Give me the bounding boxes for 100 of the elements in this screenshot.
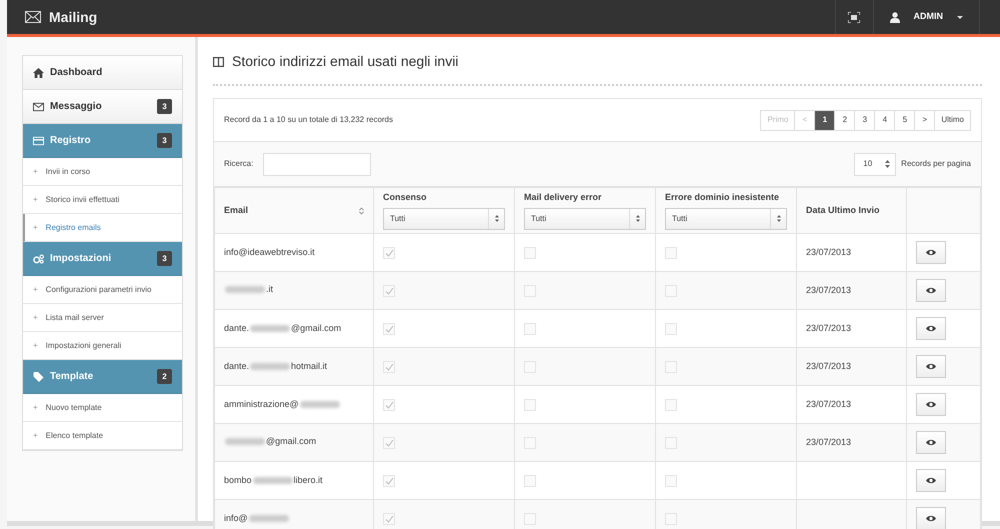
submenu-label: Registro emails [46, 222, 101, 234]
checkbox[interactable] [383, 436, 395, 448]
page-size-select[interactable]: 10 [854, 152, 896, 176]
email-cell: .it [224, 283, 274, 297]
checkbox[interactable] [665, 474, 677, 486]
sidebar-section[interactable]: Template 2 [23, 360, 182, 394]
user-icon [890, 12, 900, 22]
date-cell: 23/07/2013 [806, 322, 852, 333]
email-cell-text: bombo libero.it [224, 474, 323, 487]
view-button[interactable] [916, 317, 946, 340]
spinner-icon [636, 215, 640, 222]
checkbox[interactable] [665, 398, 677, 410]
checkbox[interactable] [665, 322, 677, 334]
sidebar-section[interactable]: Impostazioni 3 [23, 242, 182, 276]
date-cell: 23/07/2013 [806, 284, 852, 295]
pagination-button[interactable]: 1 [814, 110, 836, 130]
submenu-label: Lista mail server [46, 312, 104, 324]
envelope-icon [25, 11, 41, 23]
email-cell-text: info@ideawebtreviso.it [224, 246, 315, 259]
plus-icon: + [33, 430, 38, 442]
pagination-button[interactable]: 5 [894, 110, 916, 130]
sort-icon[interactable] [359, 206, 364, 214]
user-menu[interactable]: ADMIN [872, 0, 980, 34]
envelope-icon [33, 102, 44, 112]
spinner-icon [885, 160, 890, 168]
column-header: Consenso [383, 191, 427, 204]
search-label: Ricerca: [224, 158, 254, 170]
page-size-label: Records per pagina [901, 158, 971, 170]
eye-icon [926, 249, 936, 256]
checkbox[interactable] [383, 474, 395, 486]
eye-icon [926, 515, 936, 522]
submenu-item[interactable]: + Storico invii effettuati [23, 186, 182, 214]
plus-icon: + [33, 340, 38, 352]
view-button[interactable] [916, 431, 946, 454]
checkbox[interactable] [383, 246, 395, 258]
email-cell: amministrazione@ [224, 398, 341, 412]
checkbox[interactable] [524, 474, 536, 486]
count-badge: 3 [157, 133, 172, 148]
filter-select[interactable]: Tutti [665, 208, 787, 230]
pagination-button[interactable]: Ultimo [934, 110, 971, 130]
plus-icon: + [33, 284, 38, 296]
submenu-label: Invii in corso [46, 166, 90, 178]
date-cell: 23/07/2013 [806, 360, 852, 371]
email-cell-text: dante. @gmail.com [224, 322, 342, 335]
pagination-button[interactable]: > [914, 110, 936, 130]
submenu-item[interactable]: + Lista mail server [23, 304, 182, 332]
plus-icon: + [33, 194, 38, 206]
checkbox[interactable] [383, 512, 395, 524]
submenu-item[interactable]: + Invii in corso [23, 158, 182, 186]
caret-icon [957, 16, 963, 18]
home-icon [33, 68, 44, 78]
fullscreen-icon[interactable] [848, 12, 860, 22]
count-badge: 3 [157, 99, 172, 114]
email-cell-text: dante. hotmail.it [224, 360, 328, 373]
pagination-button[interactable]: 3 [854, 110, 876, 130]
checkbox[interactable] [665, 246, 677, 258]
count-badge: 3 [157, 251, 172, 266]
page-title: Storico indirizzi email usati negli invii [232, 52, 458, 71]
view-button[interactable] [916, 355, 946, 378]
sidebar-section[interactable]: Registro 3 [23, 124, 182, 158]
checkbox[interactable] [524, 246, 536, 258]
view-button[interactable] [916, 241, 946, 264]
checkbox[interactable] [383, 360, 395, 372]
eye-icon [926, 287, 936, 294]
submenu-label: Elenco template [46, 430, 104, 442]
checkbox[interactable] [383, 322, 395, 334]
email-cell: info@ [224, 512, 290, 526]
card-icon [33, 136, 44, 146]
submenu-label: Impostazioni generali [46, 340, 122, 352]
view-button[interactable] [916, 507, 946, 529]
view-button[interactable] [916, 279, 946, 302]
checkbox[interactable] [524, 322, 536, 334]
eye-icon [926, 363, 936, 370]
submenu-item[interactable]: + Configurazioni parametri invio [23, 276, 182, 304]
checkbox[interactable] [524, 398, 536, 410]
submenu-item[interactable]: + Elenco template [23, 422, 182, 450]
eye-icon [926, 439, 936, 446]
plus-icon: + [33, 312, 38, 324]
pagination-button[interactable]: 4 [874, 110, 896, 130]
tag-icon [33, 372, 44, 382]
submenu-label: Configurazioni parametri invio [46, 284, 152, 296]
filter-select[interactable]: Tutti [524, 208, 646, 230]
view-button[interactable] [916, 469, 946, 492]
column-header: Email [224, 204, 248, 217]
filter-select[interactable]: Tutti [383, 208, 505, 230]
gears-icon [33, 254, 44, 264]
submenu-label: Nuovo template [46, 402, 102, 414]
checkbox[interactable] [383, 284, 395, 296]
date-cell: 23/07/2013 [806, 246, 852, 257]
pagination-button[interactable]: 2 [834, 110, 856, 130]
email-cell: @gmail.com [224, 435, 316, 449]
view-button[interactable] [916, 393, 946, 416]
checkbox[interactable] [383, 398, 395, 410]
submenu-item[interactable]: + Nuovo template [23, 394, 182, 422]
column-header: Data Ultimo Invio [806, 204, 880, 217]
app-title: Mailing [49, 8, 98, 27]
eye-icon [926, 325, 936, 332]
eye-icon [926, 477, 936, 484]
search-field[interactable] [263, 152, 372, 176]
date-cell: 23/07/2013 [806, 436, 852, 447]
